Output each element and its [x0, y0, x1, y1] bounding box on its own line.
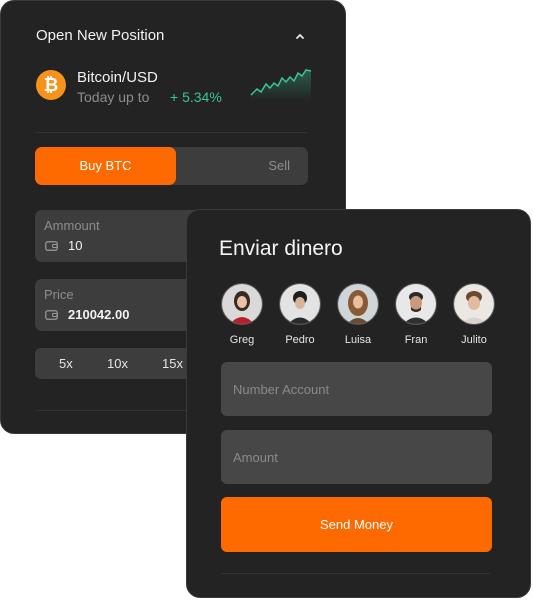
position-header[interactable]: Open New Position	[36, 27, 305, 47]
change-percent: + 5.34%	[170, 89, 222, 105]
asset-row: ₿ Bitcoin/USD Today up to + 5.34%	[36, 69, 312, 109]
today-label: Today up to	[77, 89, 150, 105]
contact-pedro[interactable]: Pedro	[275, 283, 325, 346]
amount-label: Ammount	[44, 218, 100, 233]
leverage-option[interactable]: 15x	[162, 348, 183, 379]
bitcoin-icon: ₿	[36, 70, 66, 100]
contact-greg[interactable]: Greg	[217, 283, 267, 346]
contact-name: Pedro	[285, 334, 315, 346]
amount-value: 10	[68, 238, 83, 253]
leverage-option[interactable]: 10x	[107, 348, 128, 379]
amount-input[interactable]	[221, 430, 492, 484]
chevron-up-icon[interactable]	[293, 29, 307, 43]
send-title: Enviar dinero	[219, 237, 343, 260]
position-title: Open New Position	[36, 27, 165, 44]
contact-name: Fran	[404, 334, 428, 346]
contact-name: Julito	[461, 334, 487, 346]
sell-button[interactable]: Sell	[268, 147, 290, 185]
contact-name: Luisa	[344, 334, 372, 346]
avatar	[279, 283, 321, 325]
contact-fran[interactable]: Fran	[391, 283, 441, 346]
account-number-input[interactable]	[221, 362, 492, 416]
asset-pair: Bitcoin/USD	[77, 69, 158, 86]
avatar	[395, 283, 437, 325]
price-value: 210042.00	[68, 307, 130, 322]
contact-julito[interactable]: Julito	[449, 283, 499, 346]
sparkline-chart	[250, 69, 312, 101]
send-money-button[interactable]: Send Money	[221, 497, 492, 552]
wallet-icon	[45, 310, 58, 320]
divider	[221, 573, 490, 574]
avatar	[221, 283, 263, 325]
avatar	[453, 283, 495, 325]
leverage-option[interactable]: 5x	[59, 348, 73, 379]
contacts-row: Greg Pedro Luisa Fran Julito	[221, 283, 501, 353]
buy-button[interactable]: Buy BTC	[35, 147, 176, 185]
price-label: Price	[44, 287, 74, 302]
buy-sell-toggle: Buy BTC Sell	[35, 147, 308, 185]
send-money-card: Enviar dinero Greg Pedro Luisa Fran Juli…	[186, 209, 531, 598]
avatar	[337, 283, 379, 325]
contact-luisa[interactable]: Luisa	[333, 283, 383, 346]
divider	[36, 132, 307, 133]
contact-name: Greg	[229, 334, 255, 346]
wallet-icon	[45, 241, 58, 251]
